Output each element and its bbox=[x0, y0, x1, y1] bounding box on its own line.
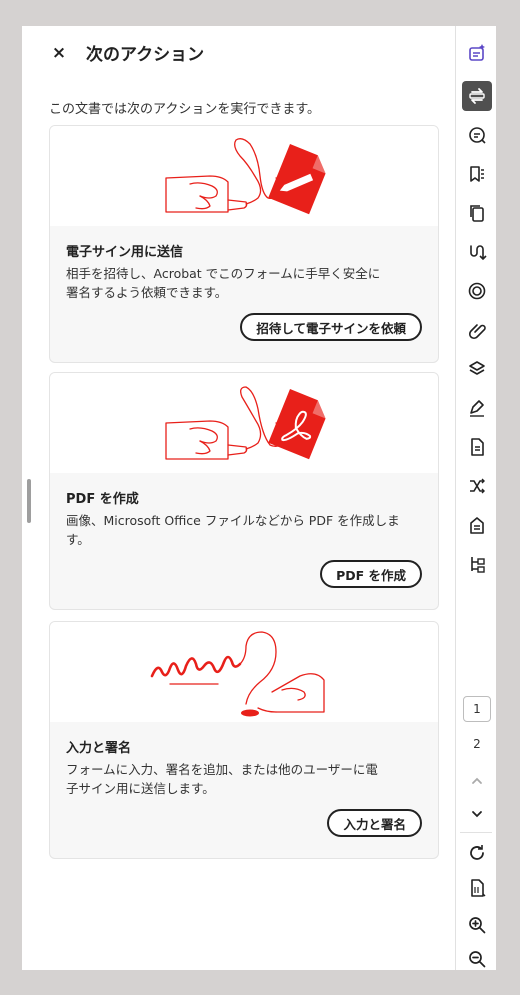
current-page-input[interactable]: 1 bbox=[463, 696, 491, 722]
create-pdf-button[interactable]: PDF を作成 bbox=[320, 560, 422, 588]
fit-page-icon[interactable] bbox=[462, 873, 492, 903]
layers-target-icon[interactable] bbox=[462, 276, 492, 306]
rotate-icon[interactable] bbox=[462, 838, 492, 868]
document-icon[interactable] bbox=[462, 432, 492, 462]
bookmarks-icon[interactable] bbox=[462, 159, 492, 189]
content-tree-icon[interactable] bbox=[462, 549, 492, 579]
chevron-down-icon[interactable] bbox=[462, 799, 492, 829]
chevron-up-icon[interactable] bbox=[462, 766, 492, 796]
request-esignature-button[interactable]: 招待して電子サインを依頼 bbox=[240, 313, 422, 341]
fill-and-sign-button[interactable]: 入力と署名 bbox=[327, 809, 422, 837]
card-description-line1: 画像、Microsoft Office ファイルなどから PDF を作成しま bbox=[66, 513, 400, 528]
zoom-out-icon[interactable] bbox=[462, 944, 492, 974]
zoom-in-icon[interactable] bbox=[462, 910, 492, 940]
compare-arrows-icon[interactable] bbox=[462, 471, 492, 501]
card-fill-and-sign: 入力と署名 フォームに入力、署名を追加、または他のユーザーに電 子サイン用に送信… bbox=[49, 621, 439, 859]
right-tool-rail: 1 2 bbox=[455, 26, 496, 970]
panel-resize-handle[interactable] bbox=[27, 479, 31, 523]
panel-title: 次のアクション bbox=[86, 45, 205, 65]
card-description-line2: 署名するよう依頼できます。 bbox=[66, 285, 228, 300]
card-create-pdf: PDF を作成 画像、Microsoft Office ファイルなどから PDF… bbox=[49, 372, 439, 610]
ai-assistant-icon[interactable] bbox=[462, 38, 492, 68]
link-icon[interactable] bbox=[462, 315, 492, 345]
card-description-line1: フォームに入力、署名を追加、または他のユーザーに電 bbox=[66, 762, 378, 777]
card-title: 入力と署名 bbox=[66, 741, 132, 756]
card-description-line1: 相手を招待し、Acrobat でこのフォームに手早く安全に bbox=[66, 266, 381, 281]
next-page-number[interactable]: 2 bbox=[463, 732, 491, 756]
comments-icon[interactable] bbox=[462, 120, 492, 150]
card-request-esignature: 電子サイン用に送信 相手を招待し、Acrobat でこのフォームに手早く安全に … bbox=[49, 125, 439, 363]
stack-layers-icon[interactable] bbox=[462, 354, 492, 384]
close-button[interactable]: × bbox=[48, 42, 70, 64]
accessibility-tag-icon[interactable] bbox=[462, 510, 492, 540]
card-title: 電子サイン用に送信 bbox=[66, 245, 184, 260]
hand-with-acrobat-file-illustration bbox=[50, 373, 438, 473]
rail-divider bbox=[460, 832, 492, 833]
intro-text: この文書では次のアクションを実行できます。 bbox=[49, 102, 321, 117]
card-title: PDF を作成 bbox=[66, 492, 139, 507]
attachments-connector-icon[interactable] bbox=[462, 237, 492, 267]
page-thumbnails-icon[interactable] bbox=[462, 198, 492, 228]
hand-with-signing-pen-illustration bbox=[50, 126, 438, 226]
panel-header: × 次のアクション bbox=[22, 26, 455, 82]
next-actions-icon[interactable] bbox=[462, 81, 492, 111]
hand-writing-signature-illustration bbox=[50, 622, 438, 722]
fill-sign-pen-icon[interactable] bbox=[462, 393, 492, 423]
card-description-line2: 子サイン用に送信します。 bbox=[66, 781, 215, 796]
card-description-line2: す。 bbox=[66, 532, 90, 547]
next-actions-panel: × 次のアクション この文書では次のアクションを実行できます。 電子サイン用に送… bbox=[22, 26, 455, 970]
